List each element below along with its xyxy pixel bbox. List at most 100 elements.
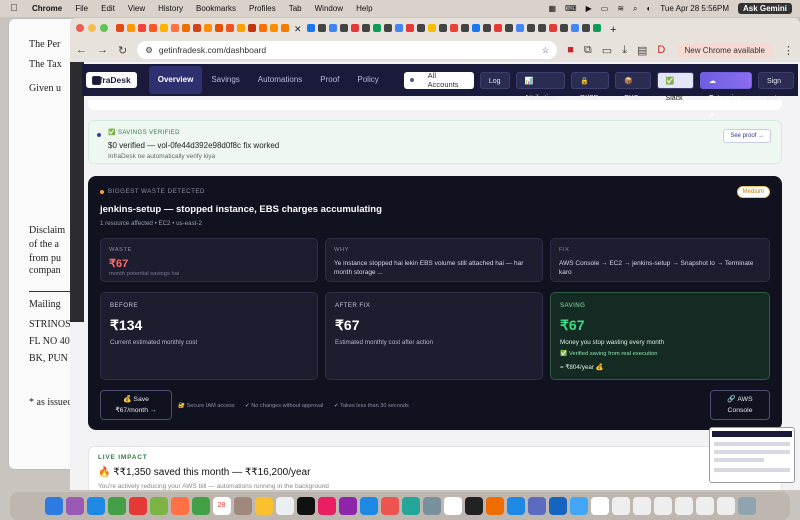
tab-favicon-icon[interactable] [373, 24, 381, 32]
menu-history[interactable]: History [158, 4, 183, 13]
menu-kebab-icon[interactable]: ⋮ [783, 44, 794, 57]
menu-app[interactable]: Chrome [32, 4, 62, 13]
tab-favicon-icon[interactable] [483, 24, 491, 32]
tab-favicon-icon[interactable] [549, 24, 557, 32]
reminders-icon[interactable] [275, 497, 294, 515]
tab-favicon-icon[interactable] [538, 24, 546, 32]
enterprise-button[interactable]: ☁ Enterprise ✦ [699, 71, 753, 119]
tab-favicon-icon[interactable] [384, 24, 392, 32]
contacts-icon[interactable] [233, 497, 252, 515]
tab-favicon-icon[interactable] [439, 24, 447, 32]
close-window-icon[interactable] [76, 24, 84, 32]
tab-favicon-icon[interactable] [182, 24, 190, 32]
nav-automations[interactable]: Automations [249, 66, 311, 94]
eks-button[interactable]: 📦 EKS [615, 71, 651, 102]
tab-favicon-icon[interactable] [138, 24, 146, 32]
forward-icon[interactable]: → [97, 44, 108, 56]
finder-icon[interactable] [44, 497, 63, 515]
attribution-button[interactable]: 📊 Attribution [515, 71, 566, 102]
tab-favicon-icon[interactable] [248, 24, 256, 32]
app-icon[interactable] [401, 497, 420, 515]
tab-favicon-icon[interactable] [116, 24, 124, 32]
control-center-icon[interactable]: ◐ [647, 4, 652, 13]
screenshot-thumbnail[interactable] [709, 427, 795, 483]
wifi-icon[interactable]: ≋ [617, 4, 624, 13]
messages-icon[interactable] [107, 497, 126, 515]
tab-favicon-icon[interactable] [193, 24, 201, 32]
app-icon[interactable] [443, 497, 462, 515]
apple-icon[interactable]:  [6, 3, 22, 14]
nav-policy[interactable]: Policy [348, 66, 387, 94]
notes-icon[interactable] [254, 497, 273, 515]
folder-stack-icon[interactable] [632, 497, 651, 515]
address-bar[interactable]: ⚙ getinfradesk.com/dashboard ☆ [137, 41, 558, 59]
tab-favicon-icon[interactable] [450, 24, 458, 32]
menu-profiles[interactable]: Profiles [249, 4, 276, 13]
app-store-icon[interactable] [359, 497, 378, 515]
folder-stack-icon[interactable] [716, 497, 735, 515]
tab-favicon-icon[interactable] [259, 24, 267, 32]
tab-favicon-icon[interactable] [571, 24, 579, 32]
tab-favicon-icon[interactable] [270, 24, 278, 32]
folder-stack-icon[interactable] [674, 497, 693, 515]
tab-favicon-icon[interactable] [215, 24, 223, 32]
menu-edit[interactable]: Edit [101, 4, 115, 13]
photos-icon[interactable] [170, 497, 189, 515]
safari-icon[interactable] [86, 497, 105, 515]
app-icon[interactable] [506, 497, 525, 515]
tab-favicon-icon[interactable] [417, 24, 425, 32]
risp-button[interactable]: 🔒 RI/SP [571, 71, 610, 102]
app-icon[interactable] [527, 497, 546, 515]
trash-icon[interactable] [737, 497, 756, 515]
tab-favicon-icon[interactable] [494, 24, 502, 32]
aws-console-button[interactable]: 🔗 AWS Console [710, 390, 770, 420]
grid-icon[interactable]: ▦ [548, 4, 556, 13]
extension-icon[interactable]: ▤ [637, 44, 647, 57]
app-icon[interactable] [485, 497, 504, 515]
vscode-icon[interactable] [548, 497, 567, 515]
music-icon[interactable] [317, 497, 336, 515]
slack-button[interactable]: ✅ Slack [656, 71, 694, 102]
puzzle-icon[interactable]: ⧉ [584, 44, 592, 57]
facetime-icon[interactable] [191, 497, 210, 515]
tab-favicon-icon[interactable] [127, 24, 135, 32]
menu-view[interactable]: View [128, 4, 145, 13]
tab-favicon-icon[interactable] [505, 24, 513, 32]
tab-favicon-icon[interactable] [428, 24, 436, 32]
account-selector[interactable]: All Accounts [403, 71, 474, 89]
calendar-icon[interactable]: 28 [212, 497, 231, 515]
see-proof-button[interactable]: See proof → [723, 129, 771, 143]
tab-favicon-icon[interactable] [171, 24, 179, 32]
settings-icon[interactable] [422, 497, 441, 515]
downloads-stack-icon[interactable] [611, 497, 630, 515]
mail-icon[interactable] [128, 497, 147, 515]
terminal-icon[interactable] [464, 497, 483, 515]
menu-tab[interactable]: Tab [289, 4, 302, 13]
save-button[interactable]: 💰 Save ₹67/month → [100, 390, 172, 420]
nav-savings[interactable]: Savings [202, 66, 248, 94]
sign-out-button[interactable]: Sign out [758, 71, 795, 102]
tab-favicon-icon[interactable] [516, 24, 524, 32]
zoom-window-icon[interactable] [100, 24, 108, 32]
reload-icon[interactable]: ↻ [118, 44, 127, 57]
infradesk-logo[interactable]: InfraDesk [86, 72, 137, 88]
tab-favicon-icon[interactable] [281, 24, 289, 32]
app-icon[interactable] [380, 497, 399, 515]
tv-icon[interactable] [296, 497, 315, 515]
tab-favicon-icon[interactable] [560, 24, 568, 32]
back-icon[interactable]: ← [76, 44, 87, 56]
play-icon[interactable]: ▶ [586, 4, 592, 13]
tab-favicon-icon[interactable] [527, 24, 535, 32]
extension-icon[interactable]: ■ [567, 44, 574, 56]
keyboard-icon[interactable]: ⌨ [565, 4, 577, 13]
search-icon[interactable]: ⌕ [633, 4, 637, 14]
tab-favicon-icon[interactable] [351, 24, 359, 32]
tab-favicon-icon[interactable] [340, 24, 348, 32]
battery-icon[interactable]: ▭ [601, 4, 609, 13]
tab-favicon-icon[interactable] [237, 24, 245, 32]
log-button[interactable]: Log [479, 71, 510, 89]
new-tab-icon[interactable]: + [610, 24, 618, 36]
launchpad-icon[interactable] [65, 497, 84, 515]
tab-favicon-icon[interactable] [329, 24, 337, 32]
minimize-window-icon[interactable] [88, 24, 96, 32]
